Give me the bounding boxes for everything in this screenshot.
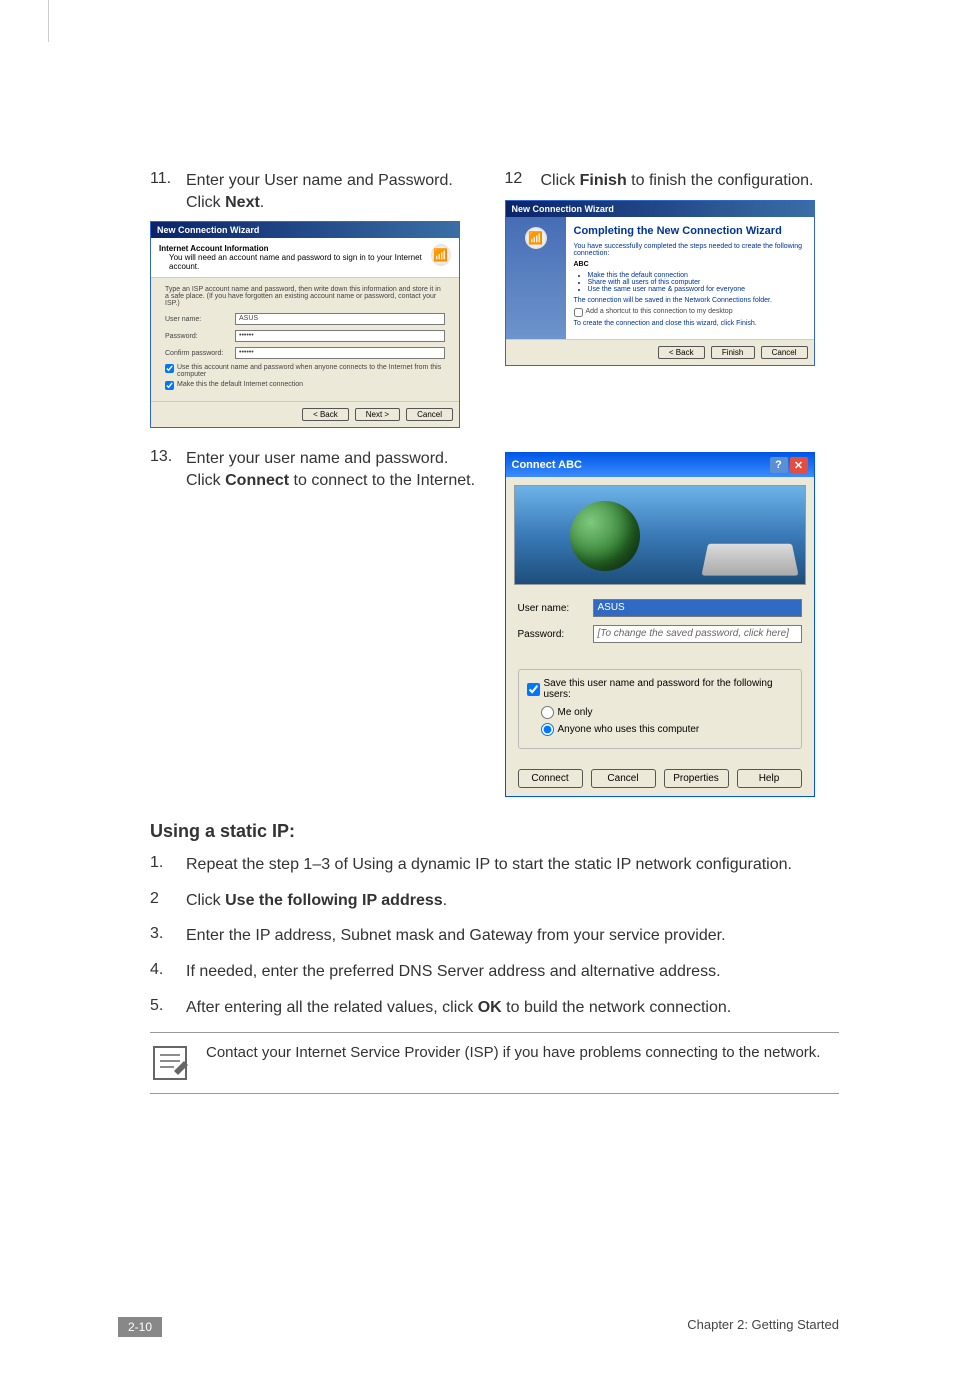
static-2-num: 2 — [150, 890, 186, 912]
note-box: Contact your Internet Service Provider (… — [150, 1032, 839, 1094]
connect-title: Connect ABC — [512, 459, 582, 471]
anyone-radio[interactable] — [541, 723, 554, 736]
page-number: 2-10 — [118, 1317, 162, 1337]
wizard-12-title: New Connection Wizard — [506, 201, 814, 217]
static-1-text: Repeat the step 1–3 of Using a dynamic I… — [186, 854, 792, 876]
wizard-11-window: New Connection Wizard Internet Account I… — [150, 221, 460, 428]
static-ip-heading: Using a static IP: — [150, 821, 839, 842]
wizard-12-p1: You have successfully completed the step… — [574, 243, 806, 257]
note-icon — [150, 1043, 190, 1083]
wizard-12-abc: ABC — [574, 261, 806, 268]
shortcut-checkbox[interactable] — [574, 308, 583, 317]
connection-icon: 📶 — [431, 244, 451, 266]
connection-icon: 📶 — [525, 227, 547, 249]
password-label: Password: — [165, 333, 235, 340]
me-only-radio[interactable] — [541, 706, 554, 719]
username-input[interactable]: ASUS — [235, 313, 445, 325]
conn-username-label: User name: — [518, 603, 593, 614]
back-button[interactable]: < Back — [658, 346, 705, 359]
static-4-text: If needed, enter the preferred DNS Serve… — [186, 961, 721, 983]
wizard-11-header-sub: You will need an account name and passwo… — [159, 253, 431, 271]
wizard-12-window: New Connection Wizard 📶 Completing the N… — [505, 200, 815, 366]
anyone-label: Anyone who uses this computer — [558, 724, 700, 735]
static-5-num: 5. — [150, 997, 186, 1019]
step-12-text: Click Finish to finish the configuration… — [541, 170, 814, 192]
note-text: Contact your Internet Service Provider (… — [206, 1043, 820, 1063]
step-11-text: Enter your User name and Password. Click… — [186, 170, 485, 213]
step-13-text: Enter your user name and password. Click… — [186, 448, 485, 491]
properties-button[interactable]: Properties — [664, 769, 729, 788]
wizard-11-intro: Type an ISP account name and password, t… — [165, 286, 445, 307]
wizard-12-bullet: Make this the default connection — [588, 272, 806, 279]
help-icon[interactable]: ? — [770, 457, 788, 473]
save-user-checkbox[interactable] — [527, 683, 540, 696]
password-input[interactable]: •••••• — [235, 330, 445, 342]
cancel-button[interactable]: Cancel — [406, 408, 453, 421]
me-only-label: Me only — [558, 707, 593, 718]
static-1-num: 1. — [150, 854, 186, 876]
connect-button[interactable]: Connect — [518, 769, 583, 788]
confirm-password-label: Confirm password: — [165, 350, 235, 357]
static-5-text: After entering all the related values, c… — [186, 997, 731, 1019]
username-label: User name: — [165, 316, 235, 323]
wizard-12-bullet: Use the same user name & password for ev… — [588, 286, 806, 293]
help-button[interactable]: Help — [737, 769, 802, 788]
conn-password-input[interactable]: [To change the saved password, click her… — [593, 625, 802, 643]
wizard-12-p3: To create the connection and close this … — [574, 320, 806, 327]
wizard-12-bullet: Share with all users of this computer — [588, 279, 806, 286]
wizard-11-header-bold: Internet Account Information — [159, 244, 431, 253]
conn-username-input[interactable]: ASUS — [593, 599, 802, 617]
wizard-12-p2: The connection will be saved in the Netw… — [574, 297, 806, 304]
back-button[interactable]: < Back — [302, 408, 349, 421]
use-account-checkbox[interactable] — [165, 364, 174, 373]
static-2-text: Click Use the following IP address. — [186, 890, 447, 912]
static-3-text: Enter the IP address, Subnet mask and Ga… — [186, 925, 726, 947]
static-3-num: 3. — [150, 925, 186, 947]
static-4-num: 4. — [150, 961, 186, 983]
step-13-num: 13. — [150, 448, 186, 491]
close-icon[interactable]: ✕ — [790, 457, 808, 473]
default-connection-label: Make this the default Internet connectio… — [177, 381, 303, 388]
shortcut-label: Add a shortcut to this connection to my … — [586, 308, 733, 315]
default-connection-checkbox[interactable] — [165, 381, 174, 390]
step-12-num: 12 — [505, 170, 541, 192]
next-button[interactable]: Next > — [355, 408, 400, 421]
globe-icon — [570, 501, 640, 571]
finish-button[interactable]: Finish — [711, 346, 755, 359]
confirm-password-input[interactable]: •••••• — [235, 347, 445, 359]
connect-image — [514, 485, 806, 585]
cancel-button[interactable]: Cancel — [761, 346, 808, 359]
save-user-label: Save this user name and password for the… — [544, 678, 793, 700]
connect-abc-window: Connect ABC ? ✕ User name: ASUS — [505, 452, 815, 797]
chapter-label: Chapter 2: Getting Started — [687, 1317, 839, 1337]
use-account-label: Use this account name and password when … — [177, 364, 445, 378]
wizard-12-heading: Completing the New Connection Wizard — [574, 225, 806, 237]
wizard-11-title: New Connection Wizard — [151, 222, 459, 238]
cancel-button[interactable]: Cancel — [591, 769, 656, 788]
conn-password-label: Password: — [518, 629, 593, 640]
step-11-num: 11. — [150, 170, 186, 213]
keyboard-icon — [701, 544, 798, 576]
